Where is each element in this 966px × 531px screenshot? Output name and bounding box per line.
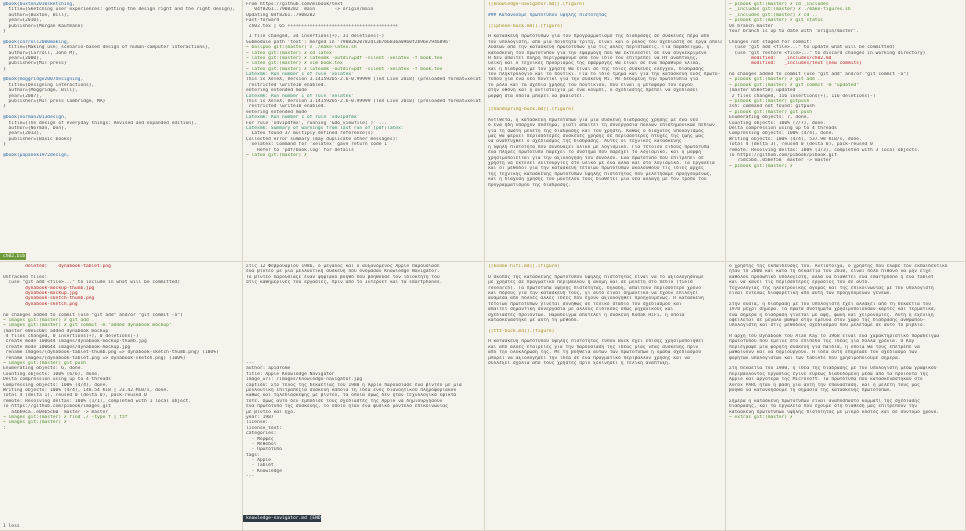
statusbar-less: 1 less [3,524,20,529]
pane-knowledge-navigator-md[interactable]: Στις 12 Φεβρουαρίου 1986, ο μεγάλος και … [243,262,485,531]
p3-line: στην οθόνη και η αντιστοιχία με ένα κουμ… [488,88,699,94]
p6-line: καθώς και τηλεδιάσκεψης με βίντεο, τα οπ… [246,393,457,399]
pane-extras-editor[interactable]: ο χρήστης της εκπαίδευσης του. Αντίστοιχ… [726,262,966,531]
p3b-line: προγραμματισμού της διάδρασης. [488,182,571,188]
p8-line: ήταν το 2000 και κατά τη δεκαετία του 20… [729,269,931,275]
p1-line: title={Sketching user experiences: getti… [3,7,236,13]
p5-line: : [3,425,6,431]
p3-line: λύσεων από την κατασκευή πρωτοτύπων για … [488,45,710,51]
p7-line: συλλέξει σχόλια από τους χρήστες πριν ξε… [488,361,671,367]
p1-line: title={Making use: scenario-based design… [3,45,211,51]
p1-line: @book{papanek1972design, [3,152,70,158]
p6-line: ένα πρωτότυπο της συσκευής, το οποίο ήτα… [246,404,448,410]
p3b-line: και οι μέθοδοι για την κατασκευή τέτοιων… [488,166,704,172]
p7-line: με χρήστες σε πραγματικό περιβάλλον ή ακ… [488,280,693,286]
p2-line: ~ latex git:(master) ✗ [246,152,310,158]
pane-latex-terminal[interactable]: From https://github.com/mibook/text 04f8… [243,0,485,262]
pane-git-terminal-images[interactable]: deleted: dynabook-tablet.png Untracked fi… [0,262,243,531]
pane-bibtex-editor[interactable]: @book{buxton2010sketching, title={Sketch… [0,0,243,262]
p6-line: --- [246,474,255,480]
p3b-line: ένα πλήρες πρωτότυπο παρέχει το σύστημα … [488,150,701,156]
p7-line: από την ολοκλήρωσή της. Με τη βοήθεια αυ… [488,350,701,356]
p3b-line: και η διάχυση χρήσης του μοντέλου τους δ… [488,177,707,183]
statusbar-bibtex: ch02.bib [0,253,26,260]
pane-git-terminal-pibook[interactable]: ~ pibook git:(master) ✗ cd _includes ~ _i… [726,0,966,262]
p5-line: rename images/{dynabook-tablet-thumb.png… [3,350,219,356]
p8-line: 1970 μέχρι σήμερα. Τα πρώτα συστήματα χρ… [729,307,937,313]
p3-line: υλική και ο τεχνικός προορισμός της εφαρ… [488,61,701,67]
p4-line: ~ pibook git:(master) ✗ [729,163,796,169]
p3b-line: ό ένα ήδη υπάρχον σύστημα, γιατί απαιτεί… [488,123,715,129]
pane-markdown-editor-top[interactable]: [[knowledge-navigator.md]].(figure) ### Κ… [485,0,726,262]
statusbar-knowledge-navigator: knowledge-navigator.md [END] [243,515,323,522]
p7-line: ανάμεσα από πολλές άλλες ιδέες που έχουν… [488,296,704,302]
pane-markdown-editor-bottom[interactable]: [[kodak-hifi.md]].(figure) Ο σκοπός της κ… [485,262,726,531]
terminal-workspace: @book{buxton2010sketching, title={Sketch… [0,0,966,531]
p8-line: ~ extras git:(master) ✗ [729,414,796,420]
p3-line: Η κατασκευή πρωτοτύπων για τον προγραμμα… [488,34,710,40]
